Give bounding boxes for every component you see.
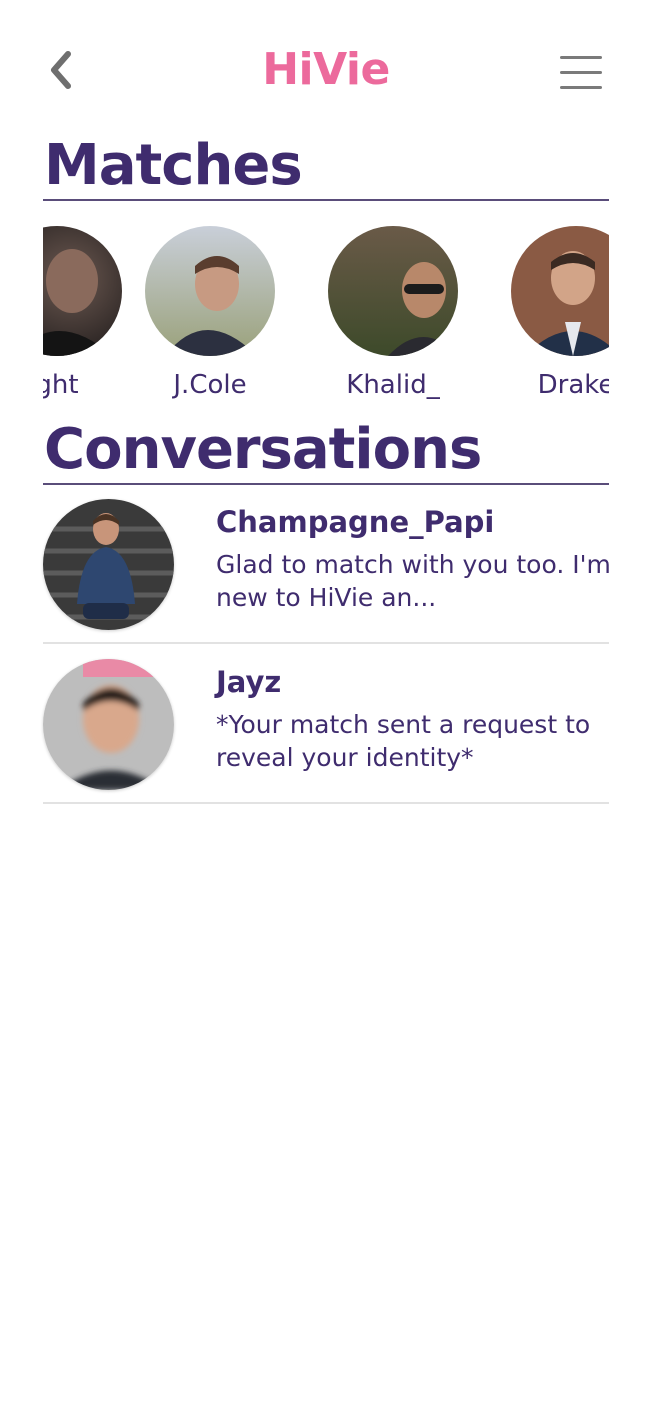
hamburger-menu-button[interactable] bbox=[556, 54, 604, 92]
match-avatar bbox=[328, 226, 458, 356]
matches-carousel[interactable]: ght J.Cole Khalid_ Drake bbox=[43, 220, 609, 410]
app-title: HiVie bbox=[262, 44, 390, 95]
match-item[interactable]: Khalid_ bbox=[293, 220, 493, 410]
row-divider bbox=[43, 802, 609, 804]
conversation-name: Champagne_Papi bbox=[216, 505, 495, 539]
conversation-avatar bbox=[43, 659, 174, 790]
match-name: Khalid_ bbox=[346, 370, 440, 400]
match-avatar bbox=[145, 226, 275, 356]
conversation-name: Jayz bbox=[216, 665, 282, 699]
conversation-preview: *Your match sent a request to reveal you… bbox=[216, 710, 591, 772]
conversations-heading: Conversations bbox=[44, 417, 482, 482]
conversation-avatar bbox=[43, 499, 174, 630]
matches-heading: Matches bbox=[44, 133, 303, 198]
match-avatar bbox=[511, 226, 609, 356]
matches-divider bbox=[43, 199, 609, 201]
conversation-row[interactable]: Jayz *Your match sent a request to revea… bbox=[43, 644, 609, 804]
match-name: J.Cole bbox=[173, 370, 247, 400]
conversation-row[interactable]: Champagne_Papi Glad to match with you to… bbox=[43, 484, 611, 644]
hamburger-menu-icon bbox=[560, 86, 602, 89]
hamburger-menu-icon bbox=[560, 56, 602, 59]
match-name: Drake bbox=[537, 370, 609, 400]
hamburger-menu-icon bbox=[560, 71, 602, 74]
match-item[interactable]: Drake bbox=[476, 220, 609, 410]
conversation-preview: Glad to match with you too. I'm new to H… bbox=[216, 550, 611, 612]
match-item[interactable]: J.Cole bbox=[110, 220, 310, 410]
